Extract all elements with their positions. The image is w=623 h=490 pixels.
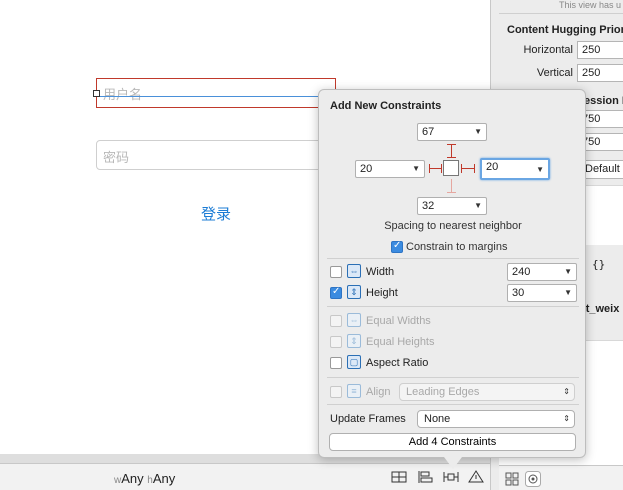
top-strut-cap [447,144,456,145]
equal-widths-checkbox[interactable] [330,315,342,327]
username-text-field[interactable]: 用户名 [96,78,336,108]
equal-widths-icon: ⇔ [347,313,361,327]
update-frames-value: None [424,413,451,425]
height-constraint-icon: ⇕ [347,285,361,299]
top-spacing-value: 67 [422,126,435,138]
divider [327,404,579,405]
size-h-value: Any [152,471,176,486]
popover-arrow [444,457,462,469]
password-text-field[interactable]: 密码 [96,140,336,170]
top-strut-cap [447,157,456,158]
popup-arrows-icon: ⇕ [563,414,570,423]
resolve-issues-icon[interactable] [467,469,485,485]
left-strut-cap [441,164,442,173]
bottom-strut[interactable] [451,179,452,193]
horizontal-label: Horizontal [523,44,573,56]
dropdown-arrow-icon[interactable]: ▼ [564,264,572,280]
constrain-margins-checkbox[interactable] [391,240,403,253]
right-spacing-value: 20 [486,161,499,173]
divider [327,377,579,378]
size-class-selector[interactable]: wAny hAny [114,471,175,486]
top-strut[interactable] [451,144,452,158]
stack-icon[interactable] [390,469,408,485]
selection-guide-line [97,96,335,97]
height-label: Height [366,287,398,299]
add-constraints-popover: Add New Constraints 67 ▼ 20 ▼ 20 ▼ 32 ▼ Spac… [318,89,586,458]
left-spacing-value: 20 [360,163,373,175]
dropdown-arrow-icon[interactable]: ▼ [412,161,420,177]
update-frames-label: Update Frames [330,413,406,425]
right-spacing-field[interactable]: 20 ▼ [480,158,550,180]
login-button[interactable]: 登录 [186,203,246,223]
bottom-strut-cap [447,192,456,193]
right-strut[interactable] [461,168,475,169]
popover-title: Add New Constraints [330,100,442,112]
align-popup[interactable]: Leading Edges ⇕ [399,383,575,401]
divider [327,258,579,259]
constraint-target-box [443,160,459,176]
align-label: Align [366,386,391,398]
constrain-margins-label: Constrain to margins [406,241,508,253]
update-frames-popup[interactable]: None ⇕ [417,410,575,428]
intrinsic-size-popup[interactable]: Default [580,160,623,179]
horizontal-hugging-field[interactable]: 250 [577,41,623,59]
canvas-bottom-bar: wAny hAny [0,463,490,490]
username-placeholder: 用户名 [103,87,143,102]
dropdown-arrow-icon[interactable]: ▼ [474,124,482,140]
vertical-hugging-field[interactable]: 250 [577,64,623,82]
hugging-priority-title: Content Hugging Priori [507,24,623,36]
equal-heights-checkbox[interactable] [330,336,342,348]
align-icon[interactable] [416,469,434,485]
align-icon: ≡ [347,384,361,398]
align-checkbox[interactable] [330,386,342,398]
filter-icon[interactable] [525,471,541,487]
width-checkbox[interactable] [330,266,342,278]
height-value-field[interactable]: 30 ▼ [507,284,577,302]
width-value: 240 [512,266,531,278]
library-bottom-bar [499,465,623,490]
align-value: Leading Edges [406,386,480,398]
equal-heights-icon: ⇕ [347,334,361,348]
view-info-text: This view has u [559,0,622,10]
right-strut-cap [461,164,462,173]
compression-resistance-title: ession R [584,95,623,107]
pin-icon[interactable] [442,469,460,485]
top-spacing-field[interactable]: 67 ▼ [417,123,487,141]
divider [499,13,623,14]
width-value-field[interactable]: 240 ▼ [507,263,577,281]
bottom-spacing-field[interactable]: 32 ▼ [417,197,487,215]
divider [327,306,579,307]
dropdown-arrow-icon[interactable]: ▼ [474,198,482,214]
width-label: Width [366,266,395,278]
height-checkbox[interactable] [330,286,342,299]
left-spacing-field[interactable]: 20 ▼ [355,160,425,178]
height-value: 30 [512,287,525,299]
left-strut-cap [429,164,430,173]
password-placeholder: 密码 [103,150,130,165]
equal-heights-label: Equal Heights [366,336,435,348]
braces-icon: {} [592,258,606,271]
dropdown-arrow-icon[interactable]: ▼ [564,285,572,301]
bottom-spacing-value: 32 [422,200,435,212]
resize-handle[interactable] [93,90,100,97]
width-constraint-icon: ⇔ [347,264,361,278]
add-constraints-button[interactable]: Add 4 Constraints [329,433,576,451]
equal-widths-label: Equal Widths [366,315,431,327]
grid-view-icon[interactable] [505,472,519,486]
aspect-ratio-checkbox[interactable] [330,357,342,369]
right-strut-cap [474,164,475,173]
spacing-label: Spacing to nearest neighbor [384,220,522,232]
dropdown-arrow-icon[interactable]: ▼ [536,163,544,177]
aspect-ratio-icon: ▢ [347,355,361,369]
vertical-label: Vertical [536,67,573,79]
aspect-ratio-label: Aspect Ratio [366,357,429,369]
popup-arrows-icon: ⇕ [563,387,570,396]
size-w-value: Any [121,471,144,486]
